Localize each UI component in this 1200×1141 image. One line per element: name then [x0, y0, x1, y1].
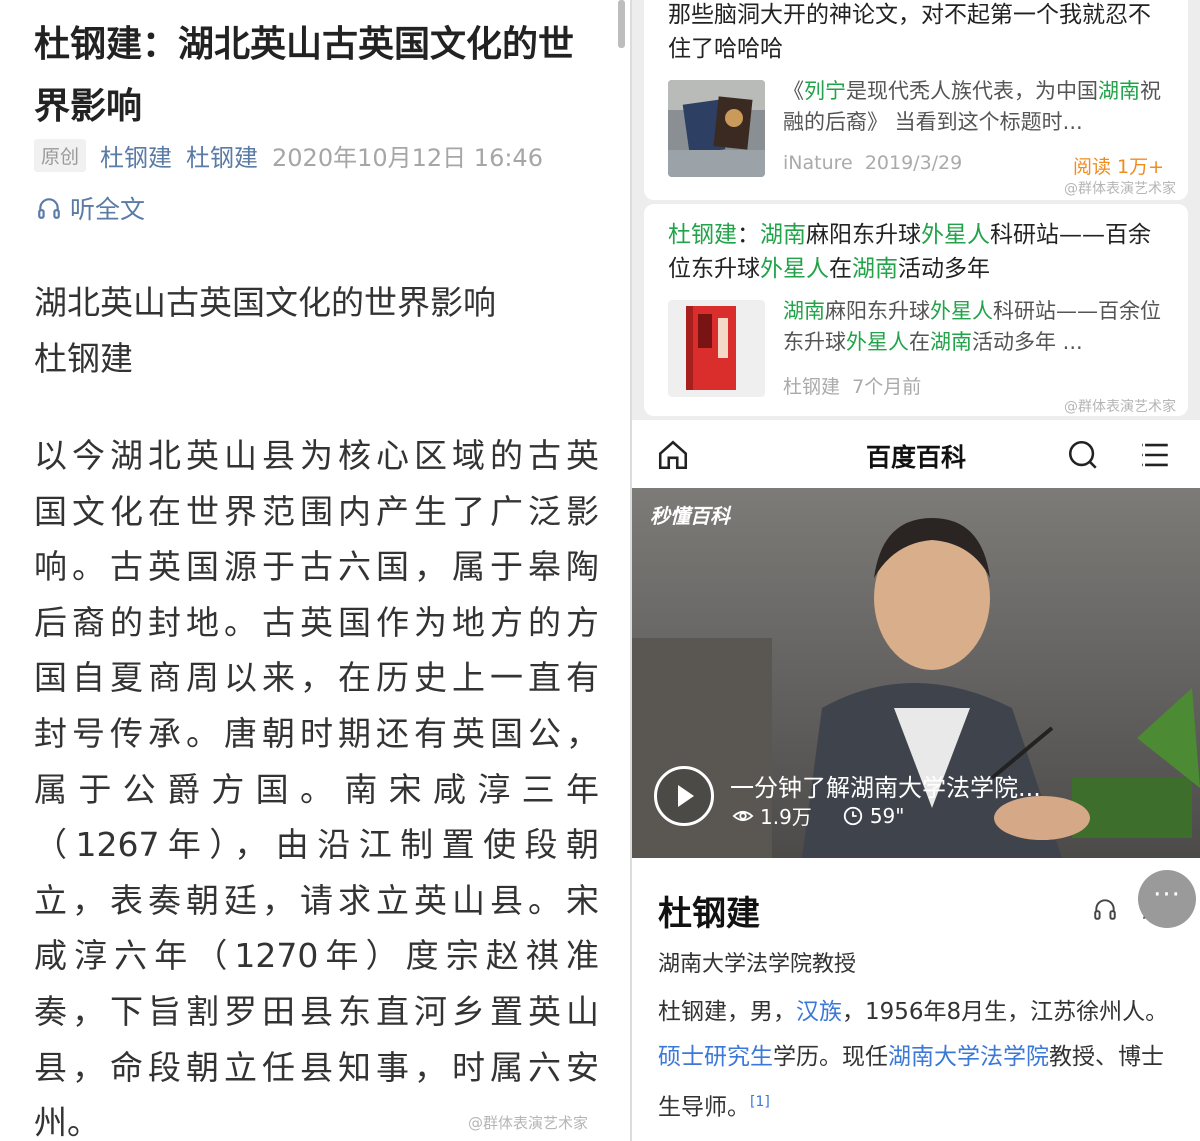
play-icon [678, 785, 694, 807]
baike-entry: 杜钢建 湖南大学法学院教授 杜钢建，男，汉族，1956年8月生，江苏徐州人。硕士… [632, 858, 1200, 1141]
scrollbar[interactable] [618, 0, 625, 48]
result-meta: iNature 2019/3/29 [783, 152, 962, 174]
body-line: 奏，下旨割罗田县东直河乡置英山 [34, 991, 599, 1031]
highlight-text[interactable]: 汉族 [796, 999, 842, 1025]
search-icon[interactable] [1066, 438, 1100, 472]
body-line: 以今湖北英山县为核心区域的古英 [34, 436, 599, 475]
read-count: 阅读 1万+ [1072, 156, 1164, 178]
highlight-text: 外星人 [930, 299, 993, 323]
result-description: 《列宁是现代秃人族代表，为中国湖南祝融的后裔》 当看到这个标题时... [783, 76, 1163, 138]
highlight-text[interactable]: 湖南大学法学院 [888, 1044, 1049, 1070]
duration-text: 59" [869, 803, 905, 828]
watermark: @群体表演艺术家 [468, 1114, 589, 1132]
result-description: 湖南麻阳东升球外星人科研站——百余位东升球外星人在湖南活动多年 ... [783, 296, 1163, 358]
article-meta: 原创 杜钢建 杜钢建 2020年10月12日 16:46 [34, 138, 543, 173]
highlight-text: 湖南 [852, 256, 898, 282]
text-segment: 麻阳东升球 [806, 222, 921, 248]
result-title[interactable]: 杜钢建：湖南麻阳东升球外星人科研站——百余位东升球外星人在湖南活动多年 [668, 218, 1168, 286]
highlight-text: 外星人 [921, 222, 990, 248]
highlight-text: 湖南 [930, 330, 972, 354]
clock-icon [843, 806, 862, 825]
search-results-panel: 那些脑洞大开的神论文，对不起第一个我就忍不住了哈哈哈 《列宁是现代秃人族代表，为… [632, 0, 1200, 1141]
result-source: iNature [783, 152, 853, 174]
text-segment: 是现代秃人族代表，为中国 [846, 79, 1098, 103]
body-line: 后裔的封地。古英国作为地方的方 [34, 602, 599, 642]
publish-time: 2020年10月12日 16:46 [272, 144, 543, 172]
baike-title: 百度百科 [865, 443, 966, 472]
body-line: 立，表奏朝廷，请求立英山县。宋 [34, 880, 599, 920]
article-panel: 杜钢建：湖北英山古英国文化的世界影响 原创 杜钢建 杜钢建 2020年10月12… [0, 0, 630, 1141]
body-line: 国自夏商周以来，在历史上一直有 [34, 658, 599, 698]
highlight-text: 外星人 [760, 256, 829, 282]
eye-icon [732, 810, 754, 821]
body-line: 响。古英国源于古六国，属于皋陶 [34, 547, 599, 587]
original-badge: 原创 [34, 139, 87, 172]
body-line: 封号传承。唐朝时期还有英国公， [34, 713, 599, 753]
highlight-text: 列宁 [804, 79, 846, 103]
headphones-icon[interactable] [1092, 896, 1118, 922]
highlight-text: 杜钢建 [668, 222, 737, 248]
video-title: 一分钟了解湖南大学法学院... [730, 774, 1041, 802]
highlight-text: 湖南 [1098, 79, 1140, 103]
watermark: @群体表演艺术家 [1064, 181, 1176, 197]
result-thumbnail [668, 80, 765, 177]
video-meta: 1.9万 59" [732, 801, 904, 830]
entry-description: 杜钢建，男，汉族，1956年8月生，江苏徐州人。硕士研究生学历。现任湖南大学法学… [658, 990, 1170, 1131]
baike-header: 百度百科 [632, 420, 1200, 488]
menu-icon[interactable] [1138, 438, 1172, 472]
result-source: 杜钢建 [783, 376, 841, 398]
highlight-text: 湖南 [783, 299, 825, 323]
text-segment: 麻阳东升球 [825, 299, 930, 323]
play-button[interactable] [654, 766, 714, 826]
text-segment: 活动多年 [898, 256, 990, 282]
text-segment: 在 [829, 256, 852, 282]
listen-label: 听全文 [70, 195, 146, 224]
entry-name: 杜钢建 [658, 894, 760, 934]
reference-link[interactable]: [1] [750, 1094, 770, 1110]
result-card[interactable]: 杜钢建：湖南麻阳东升球外星人科研站——百余位东升球外星人在湖南活动多年 湖南麻阳… [644, 204, 1188, 416]
highlight-text[interactable]: 硕士研究生 [658, 1044, 773, 1070]
body-line: （1267年），由沿江制置使段朝 [34, 825, 599, 865]
video-player[interactable]: 秒懂百科 一分钟了解湖南大学法学院... 1.9万 59" [632, 488, 1200, 858]
article-title: 杜钢建：湖北英山古英国文化的世界影响 [34, 24, 575, 127]
views-text: 1.9万 [760, 805, 812, 829]
text-segment: 《 [783, 79, 804, 103]
result-thumbnail [668, 300, 765, 397]
body-line: 属于公爵方国。南宋咸淳三年 [34, 769, 599, 809]
listen-button[interactable]: 听全文 [36, 190, 145, 226]
article-byline: 杜钢建 [34, 339, 133, 378]
watermark: @群体表演艺术家 [1064, 399, 1176, 415]
headphones-icon [38, 198, 60, 219]
text-segment: ，1956年8月生，江苏徐州人。 [842, 999, 1169, 1025]
more-button[interactable]: ··· [1138, 870, 1196, 928]
text-segment: 活动多年 ... [972, 330, 1083, 354]
result-date: 2019/3/29 [864, 152, 963, 174]
highlight-text: 外星人 [846, 330, 909, 354]
result-card[interactable]: 那些脑洞大开的神论文，对不起第一个我就忍不住了哈哈哈 《列宁是现代秃人族代表，为… [644, 0, 1188, 200]
article-subtitle: 湖北英山古英国文化的世界影响 [34, 283, 496, 322]
body-line: 国文化在世界范围内产生了广泛影 [34, 491, 599, 531]
text-segment: 学历。现任 [773, 1044, 888, 1070]
result-title[interactable]: 那些脑洞大开的神论文，对不起第一个我就忍不住了哈哈哈 [668, 0, 1168, 66]
text-segment: 杜钢建，男， [658, 999, 796, 1025]
highlight-text: 湖南 [760, 222, 806, 248]
video-brand: 秒懂百科 [650, 504, 730, 528]
result-date: 7个月前 [852, 376, 922, 398]
article-body: 以今湖北英山县为核心区域的古英 国文化在世界范围内产生了广泛影 响。古英国源于古… [34, 428, 599, 1141]
text-segment: ： [737, 222, 760, 248]
text-segment: 在 [909, 330, 930, 354]
author-link-2[interactable]: 杜钢建 [186, 138, 258, 173]
body-line: 咸淳六年（1270年）度宗赵祺准 [34, 936, 599, 976]
body-line: 县，命段朝立任县知事，时属六安 [34, 1047, 599, 1087]
view-count: 1.9万 [732, 801, 812, 830]
duration: 59" [842, 803, 905, 828]
author-link[interactable]: 杜钢建 [100, 138, 172, 173]
result-meta: 杜钢建 7个月前 [783, 372, 921, 399]
entry-subtitle: 湖南大学法学院教授 [658, 952, 857, 977]
